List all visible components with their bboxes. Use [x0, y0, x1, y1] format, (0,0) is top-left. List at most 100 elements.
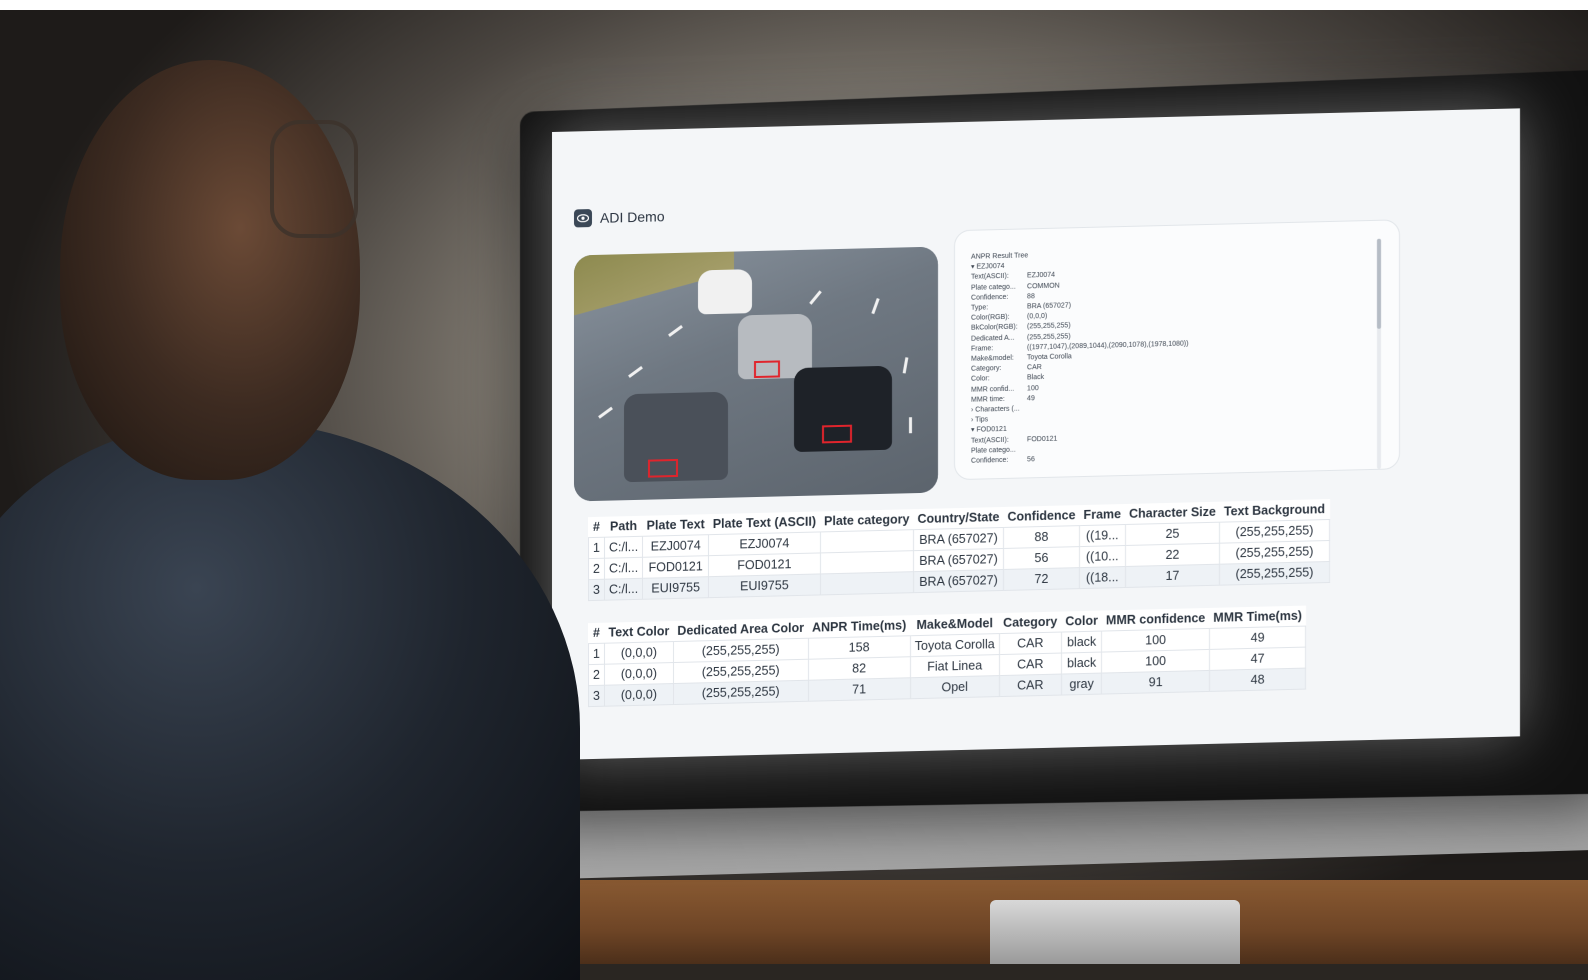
table-cell: (255,255,255): [673, 680, 808, 705]
tree-value: Black: [1027, 374, 1045, 382]
table-cell: EZJ0074: [708, 531, 821, 556]
tree-value: COMMON: [1027, 282, 1060, 291]
top-border: [0, 0, 1588, 10]
tree-scrollbar-thumb[interactable]: [1377, 238, 1381, 329]
monitor-stand: [990, 900, 1240, 964]
tree-value: (0,0,0): [1027, 313, 1048, 321]
column-header[interactable]: #: [589, 623, 605, 644]
column-header[interactable]: MMR Time(ms): [1209, 606, 1306, 629]
table-cell: FOD0121: [708, 552, 821, 577]
table-cell: CAR: [999, 653, 1062, 676]
table-cell: 1: [588, 643, 605, 665]
table-cell: C:/l...: [604, 536, 643, 559]
anpr-result-tree[interactable]: ANPR Result Tree ▾ EZJ0074 Text(ASCII): E…: [954, 219, 1400, 481]
table-cell: 25: [1125, 522, 1220, 546]
table-cell: 3: [588, 579, 605, 601]
plate-detection-box: [754, 360, 780, 379]
glasses: [270, 120, 358, 238]
table-cell: EZJ0074: [642, 534, 709, 558]
column-header[interactable]: Plate Text (ASCII): [709, 511, 820, 534]
table-cell: ((10...: [1079, 545, 1126, 568]
table-cell: 56: [1003, 546, 1080, 570]
table-cell: 71: [808, 677, 911, 702]
table-cell: (0,0,0): [604, 683, 674, 707]
column-header[interactable]: MMR confidence: [1102, 608, 1209, 631]
table-cell: Toyota Corolla: [910, 633, 1000, 657]
table-cell: BRA (657027): [913, 548, 1004, 572]
results-table-1: # Path Plate Text Plate Text (ASCII) Plate c…: [588, 498, 1330, 602]
video-preview[interactable]: [574, 246, 938, 502]
table-cell: [820, 550, 914, 574]
tree-rows: ▾ EZJ0074 Text(ASCII): EZJ0074 Plate cate…: [971, 253, 1399, 468]
column-header[interactable]: Color: [1061, 611, 1102, 632]
table-cell: 1: [588, 537, 605, 559]
table-cell: 2: [588, 558, 605, 580]
eye-icon: [574, 209, 592, 228]
table-cell: (0,0,0): [604, 641, 674, 665]
tree-value: CAR: [1027, 364, 1042, 372]
table-cell: Fiat Linea: [910, 654, 1000, 678]
column-header[interactable]: Country/State: [913, 507, 1003, 530]
table-cell: BRA (657027): [913, 569, 1004, 593]
table-cell: black: [1061, 631, 1102, 654]
results-table-2: # Text Color Dedicated Area Color ANPR Time…: [588, 605, 1307, 708]
column-header[interactable]: Frame: [1080, 504, 1126, 526]
table-cell: 47: [1209, 647, 1306, 671]
table-cell: (0,0,0): [604, 662, 674, 686]
table-cell: EUI9755: [708, 573, 821, 598]
table-cell: EUI9755: [642, 576, 709, 600]
table-cell: FOD0121: [642, 555, 709, 579]
app-titlebar: ADI Demo: [574, 207, 665, 228]
table-cell: [820, 529, 914, 553]
column-header[interactable]: ANPR Time(ms): [808, 615, 910, 638]
tree-value: BRA (657027): [1027, 302, 1071, 311]
table-cell: black: [1061, 652, 1102, 675]
column-header[interactable]: Character Size: [1125, 502, 1220, 525]
table-cell: (255,255,255): [1219, 540, 1330, 565]
table-cell: 158: [808, 635, 911, 660]
table-cell: BRA (657027): [913, 527, 1004, 551]
tree-scrollbar[interactable]: [1377, 238, 1381, 469]
table-cell: ((18...: [1079, 566, 1126, 589]
column-header[interactable]: Text Color: [604, 621, 673, 643]
table-cell: 49: [1209, 626, 1306, 650]
tree-value: 100: [1027, 384, 1039, 393]
table-cell: C:/l...: [604, 578, 643, 601]
plate-detection-box: [648, 458, 678, 478]
table-cell: 22: [1125, 543, 1220, 567]
table-cell: 3: [588, 685, 605, 707]
table-cell: 82: [808, 656, 911, 681]
table-cell: (255,255,255): [1219, 519, 1330, 544]
table-cell: [820, 571, 914, 595]
lane-marking: [909, 417, 912, 434]
table-cell: CAR: [999, 674, 1062, 697]
table-cell: 100: [1101, 628, 1210, 653]
table-cell: 48: [1209, 668, 1306, 692]
column-header[interactable]: Make&Model: [910, 613, 999, 636]
column-header[interactable]: Category: [999, 612, 1061, 634]
car-white: [698, 269, 752, 315]
column-header[interactable]: Plate category: [820, 509, 913, 532]
table-cell: 72: [1003, 567, 1080, 591]
tree-value: 49: [1027, 395, 1035, 403]
tree-value: FOD0121: [1027, 435, 1058, 444]
tree-value: 56: [1027, 456, 1035, 464]
table-cell: 17: [1125, 564, 1220, 588]
tree-key: Confidence:: [971, 456, 1009, 465]
app-title: ADI Demo: [600, 208, 665, 226]
column-header[interactable]: Text Background: [1220, 499, 1329, 522]
column-header[interactable]: Plate Text: [643, 514, 709, 536]
tree-value: 88: [1027, 293, 1035, 301]
column-header[interactable]: #: [589, 517, 605, 538]
table-cell: 100: [1101, 649, 1210, 674]
monitor-screen: ADI Demo ANPR Result Tree ▾ EZJ0074 Text…: [552, 108, 1520, 760]
tree-value: EZJ0074: [1027, 272, 1056, 280]
column-header[interactable]: Path: [604, 516, 642, 537]
table-cell: 91: [1101, 670, 1210, 695]
table-cell: Opel: [910, 675, 1000, 699]
column-header[interactable]: Confidence: [1003, 505, 1079, 527]
table-cell: 2: [588, 664, 605, 686]
tree-value: Toyota Corolla: [1027, 353, 1072, 362]
plate-detection-box: [822, 424, 852, 444]
table-cell: gray: [1061, 673, 1102, 696]
